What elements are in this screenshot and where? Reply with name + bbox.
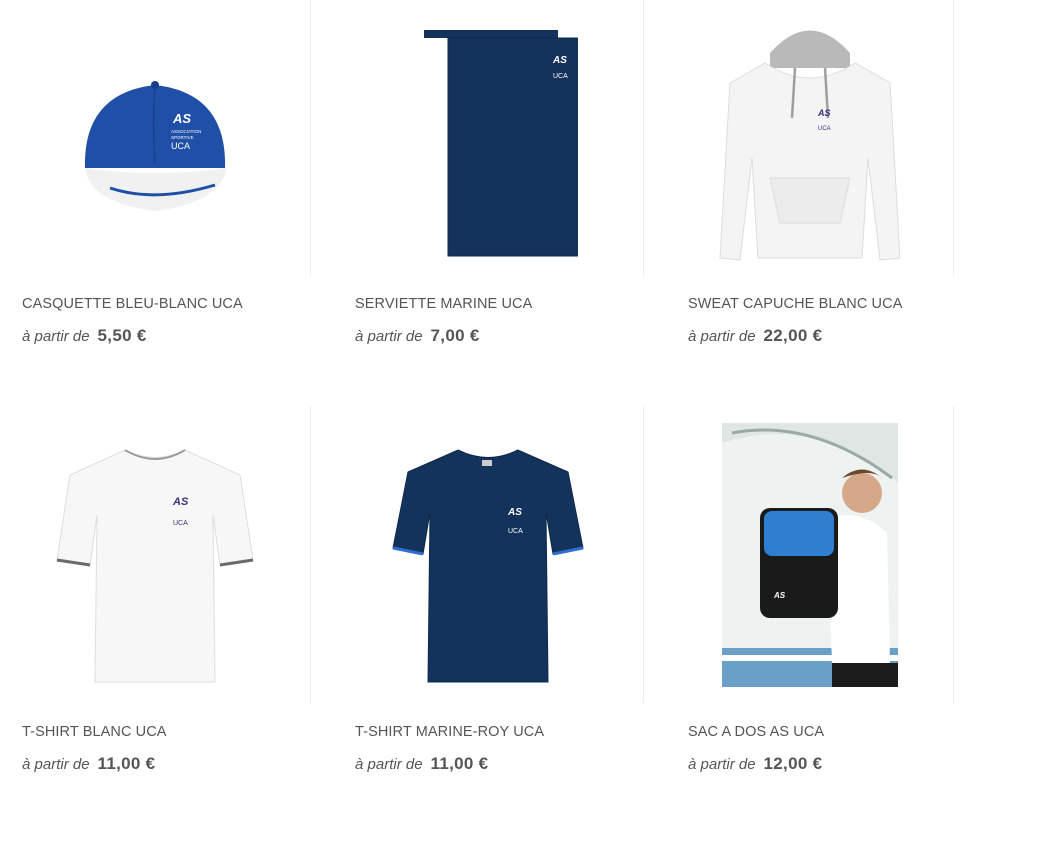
product-card[interactable]: AS UCA T-SHIRT MARINE-ROY UCA à partir d… <box>333 406 644 773</box>
product-image-towel[interactable]: AS UCA <box>333 0 644 276</box>
svg-text:UCA: UCA <box>171 141 190 151</box>
svg-text:AS: AS <box>172 111 191 126</box>
product-price-row: à partir de 22,00 € <box>688 326 822 346</box>
product-price: 12,00 € <box>763 754 823 773</box>
product-title[interactable]: SAC A DOS AS UCA <box>688 724 824 740</box>
product-grid: AS ASSOCIATION SPORTIVE UCA CASQUETTE BL… <box>0 0 1056 849</box>
price-from-label: à partir de <box>355 756 423 773</box>
product-image-white-tshirt[interactable]: AS UCA <box>0 406 311 703</box>
product-title[interactable]: SERVIETTE MARINE UCA <box>355 296 532 312</box>
svg-text:UCA: UCA <box>173 520 188 527</box>
product-card[interactable]: AS UCA SWEAT CAPUCHE BLANC UCA à partir … <box>666 0 976 345</box>
product-title[interactable]: SWEAT CAPUCHE BLANC UCA <box>688 296 902 312</box>
svg-text:UCA: UCA <box>508 528 523 535</box>
product-image-hoodie[interactable]: AS UCA <box>666 0 954 276</box>
price-from-label: à partir de <box>688 328 756 345</box>
product-price: 5,50 € <box>97 326 147 345</box>
svg-text:ASSOCIATION: ASSOCIATION <box>171 129 201 134</box>
product-price-row: à partir de 11,00 € <box>355 754 488 774</box>
svg-text:AS: AS <box>507 507 522 518</box>
product-image-cap[interactable]: AS ASSOCIATION SPORTIVE UCA <box>0 0 311 276</box>
svg-text:AS: AS <box>552 55 567 66</box>
svg-text:AS: AS <box>773 591 786 600</box>
product-title[interactable]: CASQUETTE BLEU-BLANC UCA <box>22 296 243 312</box>
product-card[interactable]: AS UCA SERVIETTE MARINE UCA à partir de … <box>333 0 644 345</box>
price-from-label: à partir de <box>355 328 423 345</box>
product-price-row: à partir de 7,00 € <box>355 326 480 346</box>
product-price: 7,00 € <box>430 326 480 345</box>
product-price: 22,00 € <box>763 326 823 345</box>
product-image-navy-tshirt[interactable]: AS UCA <box>333 406 644 703</box>
price-from-label: à partir de <box>22 756 90 773</box>
product-image-backpack[interactable]: AS <box>666 406 954 703</box>
product-title[interactable]: T-SHIRT MARINE-ROY UCA <box>355 724 544 740</box>
product-price-row: à partir de 5,50 € <box>22 326 147 346</box>
svg-text:AS: AS <box>817 108 831 118</box>
svg-text:UCA: UCA <box>553 73 568 80</box>
svg-text:SPORTIVE: SPORTIVE <box>171 135 194 140</box>
product-card[interactable]: AS ASSOCIATION SPORTIVE UCA CASQUETTE BL… <box>0 0 311 345</box>
product-price: 11,00 € <box>430 754 489 773</box>
product-title[interactable]: T-SHIRT BLANC UCA <box>22 724 167 740</box>
price-from-label: à partir de <box>688 756 756 773</box>
product-price-row: à partir de 11,00 € <box>22 754 155 774</box>
svg-text:UCA: UCA <box>818 126 831 132</box>
product-card[interactable]: AS SAC A DOS AS UCA à partir de 12,00 € <box>666 406 976 773</box>
product-card[interactable]: AS UCA T-SHIRT BLANC UCA à partir de 11,… <box>0 406 311 773</box>
product-price: 11,00 € <box>97 754 156 773</box>
product-price-row: à partir de 12,00 € <box>688 754 822 774</box>
price-from-label: à partir de <box>22 328 90 345</box>
svg-text:AS: AS <box>172 496 189 508</box>
